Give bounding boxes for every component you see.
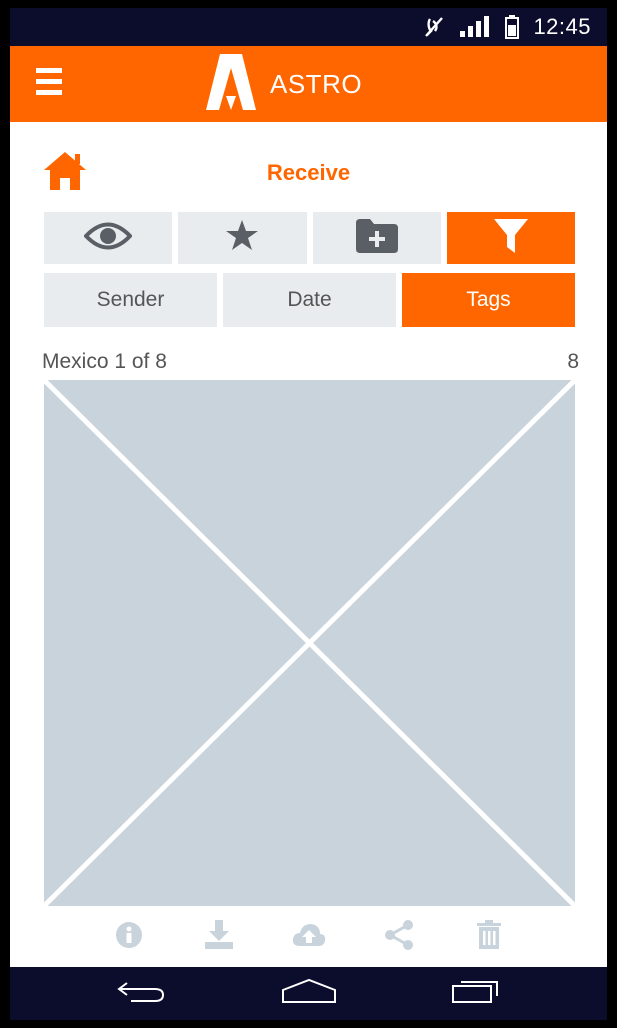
tab-date[interactable]: Date	[223, 273, 396, 327]
view-toolbar	[44, 212, 575, 264]
placeholder-cross	[44, 380, 575, 906]
signal-icon	[459, 16, 491, 38]
upload-cloud-button[interactable]	[292, 922, 326, 953]
download-icon	[204, 919, 234, 955]
status-bar: 12:45	[10, 8, 607, 46]
add-folder-button[interactable]	[312, 212, 441, 264]
astro-logo	[206, 54, 256, 115]
main-content: Receive Sender Date Tags Mexico 1 of 8 8	[10, 122, 607, 967]
add-folder-icon	[355, 218, 398, 258]
app-bar: ASTRO	[10, 46, 607, 122]
nav-home-button[interactable]	[279, 974, 339, 1014]
upload-cloud-icon	[292, 922, 326, 953]
image-placeholder[interactable]	[44, 380, 575, 906]
nav-back-button[interactable]	[112, 974, 172, 1014]
filter-button[interactable]	[446, 212, 575, 264]
share-icon	[384, 919, 414, 955]
page-title: Receive	[266, 160, 351, 185]
eye-icon	[83, 221, 133, 256]
home-outline-icon	[281, 978, 337, 1009]
tab-tags[interactable]: Tags	[402, 273, 575, 327]
view-button[interactable]	[44, 212, 173, 264]
item-count: 8	[567, 350, 579, 373]
menu-button[interactable]	[36, 68, 62, 100]
viewer-info: Mexico 1 of 8 8	[42, 350, 579, 374]
mute-icon	[423, 16, 445, 38]
nav-recents-button[interactable]	[446, 974, 506, 1014]
tab-sender[interactable]: Sender	[44, 273, 217, 327]
system-nav-bar	[10, 967, 607, 1020]
share-button[interactable]	[384, 919, 414, 955]
favorite-button[interactable]	[178, 212, 307, 264]
filter-icon	[493, 218, 528, 258]
app-title: ASTRO	[270, 69, 363, 99]
trash-icon	[476, 919, 502, 955]
phone-screen: 12:45 ASTRO Receive Sender Date Tags Mex…	[0, 0, 617, 1028]
back-icon	[116, 979, 167, 1008]
brand: ASTRO	[206, 54, 362, 115]
position-label: Mexico 1 of 8	[42, 350, 167, 373]
recents-icon	[451, 978, 501, 1009]
info-button[interactable]	[114, 921, 144, 954]
status-time: 12:45	[533, 14, 591, 39]
star-icon	[225, 219, 259, 257]
delete-button[interactable]	[474, 919, 504, 955]
action-bar	[10, 912, 607, 962]
sort-tabs: Sender Date Tags	[44, 273, 575, 327]
download-button[interactable]	[204, 919, 234, 955]
info-icon	[115, 921, 143, 954]
battery-icon	[505, 15, 520, 39]
menu-icon	[36, 68, 62, 73]
